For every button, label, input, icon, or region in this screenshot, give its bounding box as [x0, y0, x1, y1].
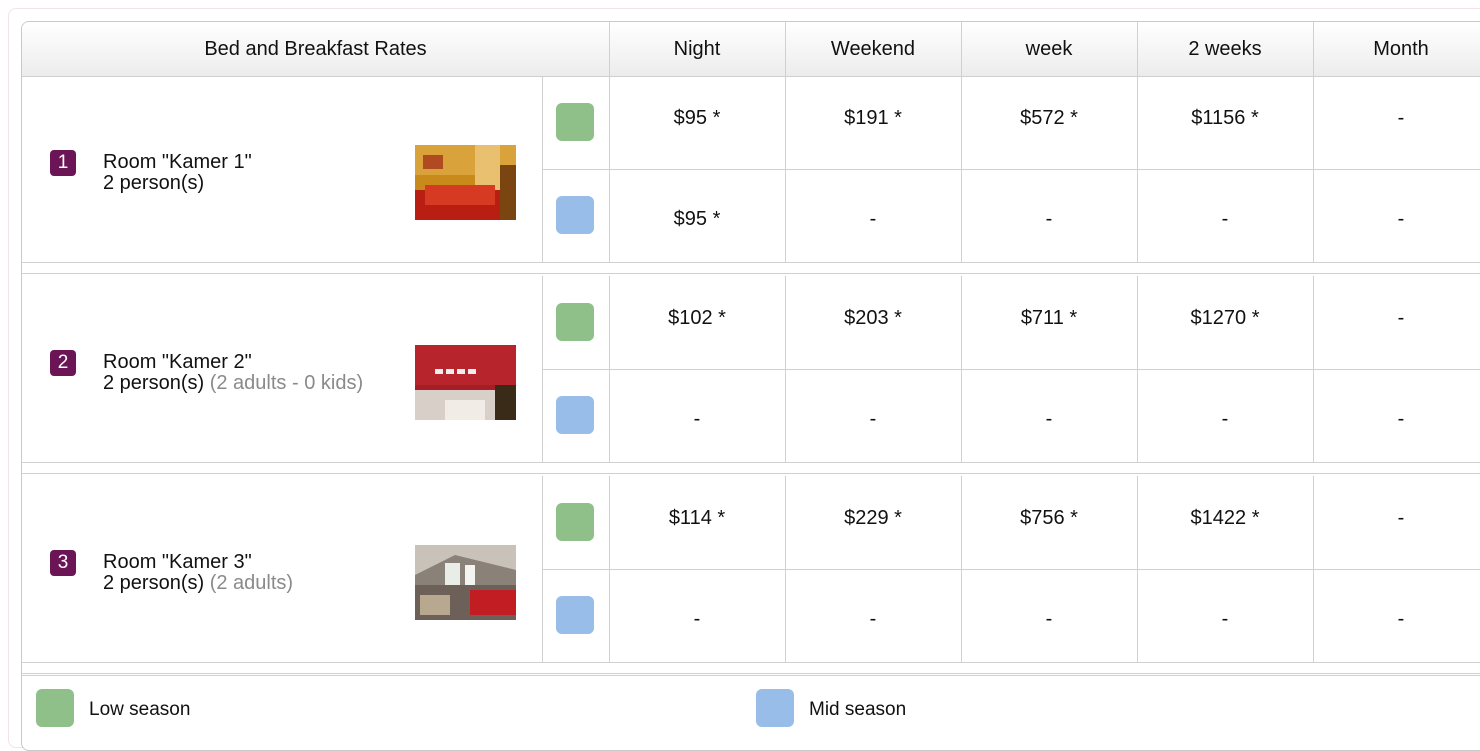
price-mid-week: - — [1045, 407, 1053, 430]
price-low-weekend: $191 * — [844, 106, 902, 129]
low-season-swatch — [556, 303, 594, 341]
column-header-week: week — [1025, 37, 1073, 60]
bedroom-photo-attic[interactable] — [415, 545, 516, 620]
legend-mid-season-label: Mid season — [809, 699, 907, 720]
low-season-swatch — [556, 103, 594, 141]
price-low-month: - — [1397, 306, 1405, 329]
price-low-month: - — [1397, 506, 1405, 529]
mid-season-swatch — [556, 196, 594, 234]
room-name: Room "Kamer 2" — [103, 351, 252, 373]
room-block-2: 2 Room "Kamer 2" 2 person(s) (2 adults -… — [22, 276, 1480, 462]
table-header: Bed and Breakfast Rates Night Weekend we… — [22, 22, 1480, 77]
room-block-3: 3 Room "Kamer 3" 2 person(s) (2 adults) … — [22, 476, 1480, 662]
room-occupancy-detail: (2 adults) — [209, 572, 294, 594]
price-low-week: $756 * — [1020, 506, 1078, 529]
room-info: Room "Kamer 1" 2 person(s) — [103, 152, 373, 194]
room-block-1: 1 Room "Kamer 1" 2 person(s) $95 * $191 *… — [22, 76, 1480, 262]
column-header-night: Night — [673, 37, 721, 60]
price-mid-weekend: - — [869, 607, 877, 630]
price-low-month: - — [1397, 106, 1405, 129]
price-mid-2weeks: - — [1221, 407, 1229, 430]
column-header-weekend: Weekend — [830, 37, 916, 60]
price-low-week: $711 * — [1020, 306, 1078, 329]
room-number-badge: 3 — [50, 550, 76, 576]
legend-mid-season-swatch — [756, 689, 794, 727]
low-season-swatch — [556, 503, 594, 541]
room-name: Room "Kamer 1" — [103, 151, 252, 173]
price-low-night: $114 * — [668, 506, 726, 529]
price-mid-2weeks: - — [1221, 607, 1229, 630]
price-low-weekend: $203 * — [844, 306, 902, 329]
room-number-badge: 2 — [50, 350, 76, 376]
room-name: Room "Kamer 3" — [103, 551, 252, 573]
price-mid-month: - — [1397, 607, 1405, 630]
price-mid-weekend: - — [869, 207, 877, 230]
legend-low-season-label: Low season — [89, 699, 191, 720]
column-header-month: Month — [1373, 37, 1429, 60]
price-low-week: $572 * — [1020, 106, 1078, 129]
price-low-2weeks: $1270 * — [1190, 306, 1260, 329]
room-persons: 2 person(s) — [103, 372, 205, 394]
room-info: Room "Kamer 2" 2 person(s) (2 adults - 0… — [103, 352, 373, 394]
price-mid-month: - — [1397, 207, 1405, 230]
price-low-night: $95 * — [673, 106, 721, 129]
room-number-badge: 1 — [50, 150, 76, 176]
legend-low-season-swatch — [36, 689, 74, 727]
mid-season-swatch — [556, 396, 594, 434]
rates-table: Bed and Breakfast Rates Night Weekend we… — [21, 21, 1480, 751]
bedroom-photo-red-wall[interactable] — [415, 345, 516, 420]
price-mid-month: - — [1397, 407, 1405, 430]
room-info: Room "Kamer 3" 2 person(s) (2 adults) — [103, 552, 373, 594]
price-mid-2weeks: - — [1221, 207, 1229, 230]
price-mid-night: $95 * — [673, 207, 721, 230]
room-persons: 2 person(s) — [103, 172, 205, 194]
price-mid-weekend: - — [869, 407, 877, 430]
room-persons: 2 person(s) — [103, 572, 205, 594]
column-header-2weeks: 2 weeks — [1188, 37, 1262, 60]
price-mid-week: - — [1045, 607, 1053, 630]
price-mid-week: - — [1045, 207, 1053, 230]
room-separator — [22, 662, 1480, 674]
price-mid-night: - — [693, 407, 701, 430]
table-title: Bed and Breakfast Rates — [204, 37, 427, 60]
price-mid-night: - — [693, 607, 701, 630]
price-low-night: $102 * — [668, 306, 726, 329]
price-low-2weeks: $1422 * — [1190, 506, 1260, 529]
bedroom-photo-yellow-walls[interactable] — [415, 145, 516, 220]
price-low-weekend: $229 * — [844, 506, 902, 529]
mid-season-swatch — [556, 596, 594, 634]
price-low-2weeks: $1156 * — [1191, 106, 1259, 129]
room-occupancy-detail: (2 adults - 0 kids) — [209, 372, 364, 394]
